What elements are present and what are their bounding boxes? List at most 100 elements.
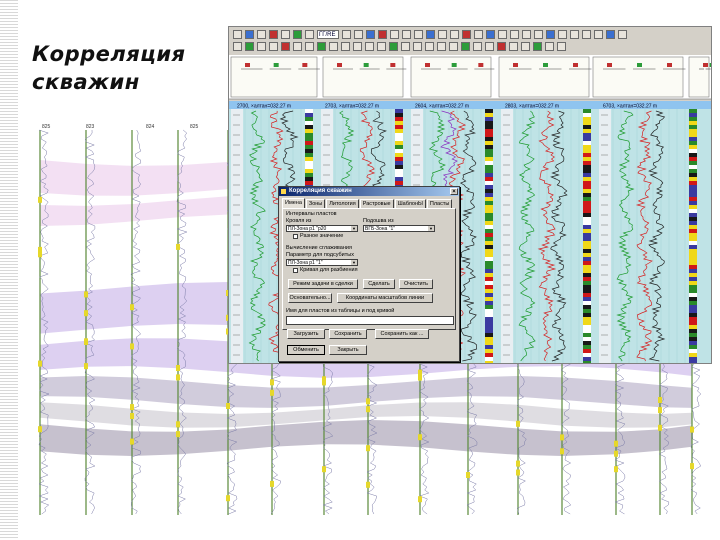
lithology-cell <box>689 245 697 249</box>
toolbar-icon[interactable] <box>474 30 483 39</box>
lithology-cell <box>485 165 493 169</box>
tab-lithology[interactable]: Литология <box>326 199 359 208</box>
toolbar-icon[interactable] <box>390 30 399 39</box>
toolbar-icon[interactable] <box>594 30 603 39</box>
toolbar-icon[interactable] <box>438 30 447 39</box>
base-combo[interactable]: ВГБ-Зона "1" ▼ <box>363 225 435 232</box>
marker-block <box>614 440 618 447</box>
toolbar-icon[interactable] <box>305 42 314 51</box>
toolbar-icon[interactable] <box>618 30 627 39</box>
toolbar-icon[interactable] <box>425 42 434 51</box>
top-combo-value: ПЛ-Зона р1 "р20 <box>288 226 327 232</box>
save-as-button[interactable]: Сохранить как ... <box>375 329 429 339</box>
toolbar-icon[interactable] <box>497 42 506 51</box>
toolbar-icon[interactable] <box>449 42 458 51</box>
tab-zones[interactable]: Зоны <box>305 199 326 208</box>
clear-button[interactable]: Очистить <box>399 279 433 289</box>
lithology-cell <box>305 129 313 133</box>
toolbar-icon[interactable] <box>233 42 242 51</box>
tab-names[interactable]: Имена <box>282 198 305 208</box>
toolbar-icon[interactable] <box>269 42 278 51</box>
lithology-cell <box>485 285 493 289</box>
tab-templates[interactable]: ШаблонЫ <box>394 199 426 208</box>
save-button[interactable]: Сохранить <box>329 329 367 339</box>
toolbar-icon[interactable] <box>402 30 411 39</box>
toolbar-icon[interactable] <box>545 42 554 51</box>
lithology-cell <box>689 157 697 161</box>
toolbar-icon[interactable] <box>533 42 542 51</box>
toolbar-icon[interactable] <box>269 30 278 39</box>
mode-button[interactable]: Режим задачи в сделки <box>288 279 358 289</box>
close-button[interactable]: Закрыть <box>329 345 367 355</box>
toolbar-icon[interactable] <box>461 42 470 51</box>
lithology-cell <box>485 353 493 357</box>
top-from-label: Кровля из <box>286 218 312 224</box>
toolbar-icon[interactable] <box>401 42 410 51</box>
toolbar-icon[interactable] <box>462 30 471 39</box>
toolbar-icon[interactable] <box>510 30 519 39</box>
toolbar-icon[interactable] <box>257 42 266 51</box>
toolbar-icon[interactable] <box>281 30 290 39</box>
toolbar-icon[interactable] <box>245 42 254 51</box>
lithology-cell <box>485 317 493 321</box>
lithology-cell <box>583 281 591 285</box>
param-combo[interactable]: ПЛ-Зона р1 "1" ▼ <box>286 259 358 266</box>
toolbar-icon[interactable] <box>317 42 326 51</box>
toolbar-icon[interactable] <box>293 42 302 51</box>
lithology-cell <box>583 197 591 201</box>
toolbar-icon[interactable] <box>570 30 579 39</box>
toolbar-icon[interactable] <box>485 42 494 51</box>
tab-raster[interactable]: Растровые <box>359 199 394 208</box>
toolbar-icon[interactable] <box>498 30 507 39</box>
toolbar-icon[interactable] <box>606 30 615 39</box>
toolbar-icon[interactable] <box>377 42 386 51</box>
make-button[interactable]: Сделать <box>363 279 395 289</box>
toolbar-icon[interactable] <box>293 30 302 39</box>
toolbar-icon[interactable] <box>365 42 374 51</box>
toolbar-icon[interactable] <box>342 30 351 39</box>
toolbar-icon[interactable] <box>378 30 387 39</box>
toolbar-icon[interactable] <box>546 30 555 39</box>
toolbar-icon[interactable] <box>426 30 435 39</box>
toolbar-icon[interactable] <box>509 42 518 51</box>
marker-block <box>176 243 180 250</box>
toolbar-icon[interactable] <box>558 30 567 39</box>
tab-layers[interactable]: Пласты <box>426 199 453 208</box>
interpret-button[interactable]: Основательно... <box>288 293 332 303</box>
toolbar-icon[interactable] <box>473 42 482 51</box>
lithology-cell <box>395 129 403 133</box>
toolbar-icon[interactable] <box>557 42 566 51</box>
lithology-cell <box>485 217 493 221</box>
lithology-cell <box>485 341 493 345</box>
toolbar-icon[interactable] <box>486 30 495 39</box>
toolbar-icon[interactable] <box>413 42 422 51</box>
toolbar-icon[interactable] <box>450 30 459 39</box>
toolbar-icon[interactable] <box>245 30 254 39</box>
well-label: 825 <box>42 124 51 130</box>
toolbar-icon[interactable] <box>341 42 350 51</box>
toolbar-icon[interactable] <box>521 42 530 51</box>
coordinates-button[interactable]: Координаты масштабов линии <box>337 293 433 303</box>
toolbar-icon[interactable] <box>414 30 423 39</box>
toolbar-icon[interactable] <box>329 42 338 51</box>
apply-button[interactable]: Обменить <box>287 345 325 355</box>
toolbar-field[interactable]: ГГ/RE <box>317 30 339 39</box>
toolbar-icon[interactable] <box>353 42 362 51</box>
curve-split-checkbox[interactable] <box>293 268 298 273</box>
toolbar-icon[interactable] <box>233 30 242 39</box>
toolbar-icon[interactable] <box>437 42 446 51</box>
toolbar-icon[interactable] <box>257 30 266 39</box>
toolbar-icon[interactable] <box>582 30 591 39</box>
toolbar-icon[interactable] <box>534 30 543 39</box>
close-icon[interactable]: × <box>450 188 458 195</box>
top-combo[interactable]: ПЛ-Зона р1 "р20 ▼ <box>286 225 358 232</box>
layer-name-input[interactable] <box>286 316 454 325</box>
different-value-checkbox[interactable] <box>293 234 298 239</box>
toolbar-icon[interactable] <box>354 30 363 39</box>
toolbar-icon[interactable] <box>366 30 375 39</box>
toolbar-icon[interactable] <box>389 42 398 51</box>
load-button[interactable]: Загрузить <box>287 329 325 339</box>
toolbar-icon[interactable] <box>522 30 531 39</box>
toolbar-icon[interactable] <box>305 30 314 39</box>
toolbar-icon[interactable] <box>281 42 290 51</box>
